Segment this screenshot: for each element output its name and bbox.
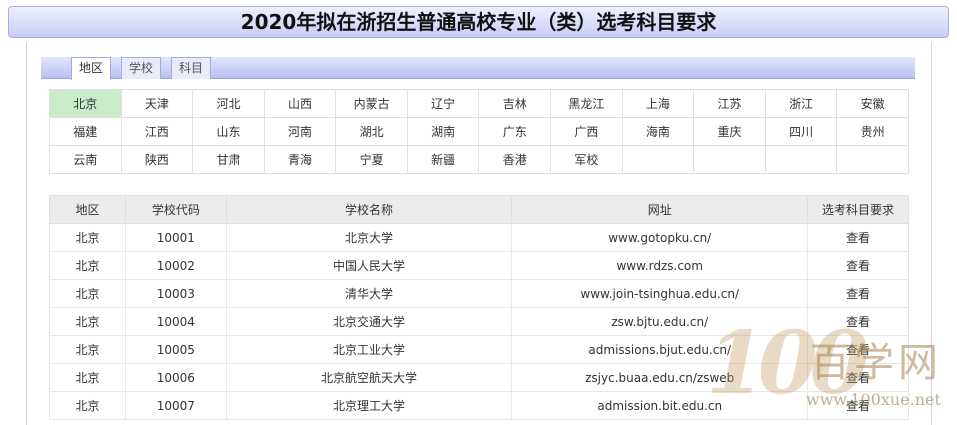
header-website: 网址 [511,195,809,224]
region-cell[interactable]: 四川 [764,117,838,146]
cell-school-name: 中国人民大学 [225,251,513,280]
table-row: 北京 10005 北京工业大学 admissions.bjut.edu.cn/查看 [49,335,909,364]
header-region: 地区 [49,195,126,224]
page-title: 2020年拟在浙招生普通高校专业（类）选考科目要求 [8,6,949,38]
region-cell[interactable]: 浙江 [764,89,838,118]
region-cell[interactable]: 宁夏 [335,145,408,174]
cell-region: 北京 [49,251,126,280]
cell-website: admissions.bjut.edu.cn/ [511,335,809,364]
cell-school-code: 10007 [124,391,227,420]
region-cell[interactable]: 江苏 [693,89,766,118]
cell-website: www.join-tsinghua.edu.cn/ [511,279,809,308]
region-cell-empty [836,145,909,174]
header-subject-requirements: 选考科目要求 [807,195,909,224]
region-cell[interactable]: 辽宁 [406,89,480,118]
cell-website: zsw.bjtu.edu.cn/ [511,307,809,336]
view-requirements-link[interactable]: 查看 [807,251,909,280]
cell-region: 北京 [49,223,126,252]
tab-school[interactable]: 学校 [121,57,161,79]
school-table: 地区 学校代码 学校名称 网址 选考科目要求 北京 10001 北京大学 www.go… [49,195,909,420]
header-school-name: 学校名称 [225,195,513,224]
region-cell[interactable]: 湖南 [406,117,480,146]
cell-region: 北京 [49,335,126,364]
cell-website: zsjyc.buaa.edu.cn/zsweb [511,363,809,392]
view-requirements-link[interactable]: 查看 [807,279,909,308]
cell-region: 北京 [49,391,126,420]
cell-website: www.gotopku.cn/ [511,223,809,252]
table-row: 北京 10006 北京航空航天大学 zsjyc.buaa.edu.cn/zsweb 查看 [49,363,909,392]
region-cell[interactable]: 江西 [120,117,194,146]
view-requirements-link[interactable]: 查看 [807,335,909,364]
region-cell-empty [621,145,695,174]
region-cell[interactable]: 上海 [621,89,695,118]
tab-subject[interactable]: 科目 [171,57,211,79]
region-cell[interactable]: 安徽 [836,89,909,118]
region-cell[interactable]: 甘肃 [192,145,265,174]
header-school-code: 学校代码 [124,195,227,224]
cell-school-name: 北京大学 [225,223,513,252]
cell-school-code: 10006 [124,363,227,392]
region-cell[interactable]: 陕西 [120,145,194,174]
cell-school-code: 10001 [124,223,227,252]
table-row: 北京 10001 北京大学 www.gotopku.cn/查看 [49,223,909,252]
table-header-row: 地区 学校代码 学校名称 网址 选考科目要求 [49,195,909,224]
region-cell[interactable]: 青海 [263,145,337,174]
cell-school-code: 10005 [124,335,227,364]
region-cell[interactable]: 福建 [49,117,122,146]
cell-region: 北京 [49,363,126,392]
cell-region: 北京 [49,279,126,308]
region-cell[interactable]: 黑龙江 [550,89,623,118]
region-cell[interactable]: 内蒙古 [335,89,408,118]
cell-school-name: 北京理工大学 [225,391,513,420]
cell-school-code: 10003 [124,279,227,308]
view-requirements-link[interactable]: 查看 [807,307,909,336]
region-cell[interactable]: 湖北 [335,117,408,146]
region-cell[interactable]: 河南 [263,117,337,146]
region-cell[interactable]: 军校 [550,145,623,174]
region-cell-empty [764,145,838,174]
region-cell-empty [693,145,766,174]
table-row: 北京 10002 中国人民大学 www.rdzs.com 查看 [49,251,909,280]
region-row: 北京 天津 河北 山西 内蒙古 辽宁 吉林 黑龙江 上海 江苏 浙江 安徽 [49,89,909,118]
region-grid: 北京 天津 河北 山西 内蒙古 辽宁 吉林 黑龙江 上海 江苏 浙江 安徽 福建 江西 山东 河南 湖北 湖南 广东… [49,89,909,174]
region-cell[interactable]: 重庆 [693,117,766,146]
region-row: 云南 陕西 甘肃 青海 宁夏 新疆 香港 军校 [49,145,909,174]
cell-school-name: 北京交通大学 [225,307,513,336]
cell-school-code: 10002 [124,251,227,280]
region-cell[interactable]: 山西 [263,89,337,118]
region-cell[interactable]: 新疆 [406,145,480,174]
cell-website: admission.bit.edu.cn [511,391,809,420]
cell-school-code: 10004 [124,307,227,336]
table-row: 北京 10003 清华大学 www.join-tsinghua.edu.cn/查看 [49,279,909,308]
table-row: 北京 10004 北京交通大学 zsw.bjtu.edu.cn/查看 [49,307,909,336]
cell-website: www.rdzs.com [511,251,809,280]
region-cell[interactable]: 贵州 [836,117,909,146]
region-cell[interactable]: 天津 [120,89,194,118]
cell-school-name: 北京工业大学 [225,335,513,364]
region-cell[interactable]: 海南 [621,117,695,146]
region-cell[interactable]: 香港 [478,145,552,174]
region-cell[interactable]: 河北 [192,89,265,118]
region-cell[interactable]: 广东 [478,117,552,146]
view-requirements-link[interactable]: 查看 [807,391,909,420]
tab-region[interactable]: 地区 [71,57,111,80]
cell-school-name: 清华大学 [225,279,513,308]
table-row: 北京 10007 北京理工大学 admission.bit.edu.cn 查看 [49,391,909,420]
region-cell[interactable]: 吉林 [478,89,552,118]
region-row: 福建 江西 山东 河南 湖北 湖南 广东 广西 海南 重庆 四川 贵州 [49,117,909,146]
cell-school-name: 北京航空航天大学 [225,363,513,392]
cell-region: 北京 [49,307,126,336]
region-cell[interactable]: 山东 [192,117,265,146]
view-requirements-link[interactable]: 查看 [807,363,909,392]
region-cell[interactable]: 云南 [49,145,122,174]
region-cell[interactable]: 北京 [49,89,122,118]
region-cell[interactable]: 广西 [550,117,623,146]
view-requirements-link[interactable]: 查看 [807,223,909,252]
